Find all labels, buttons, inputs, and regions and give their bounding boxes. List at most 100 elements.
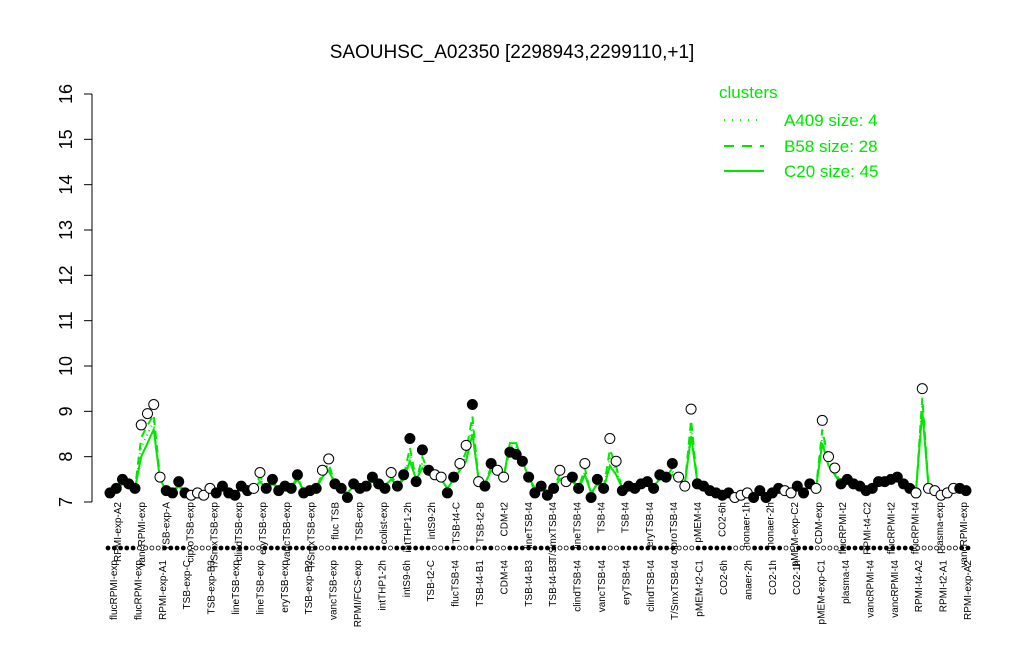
y-tick-label: 7 (56, 497, 76, 507)
strip-marker (243, 545, 249, 551)
strip-marker (902, 545, 908, 551)
data-point (398, 469, 410, 481)
bottom-axis-label: TSB-t4-B3 (548, 560, 559, 607)
data-point (523, 471, 535, 483)
bottom-axis-label: flucRPMI-exp (109, 560, 120, 620)
strip-marker (362, 545, 368, 551)
data-point (285, 482, 297, 494)
strip-marker (231, 545, 236, 551)
strip-marker (369, 545, 375, 551)
strip-marker (965, 545, 971, 551)
bottom-axis-label: pMEM-exp-C1 (817, 560, 828, 625)
strip-marker (350, 545, 356, 551)
strip-marker (538, 545, 544, 551)
strip-marker (689, 545, 695, 551)
chart: SAOUHSC_A02350 [2298943,2299110,+1] 7 8 9 1… (0, 0, 1024, 640)
strip-marker (130, 545, 136, 551)
strip-marker (438, 545, 444, 551)
top-axis-label: CDM-exp (814, 502, 825, 545)
strip-marker (626, 545, 632, 551)
bottom-axis-label: TSB-exp-B2 (304, 560, 315, 615)
strip-marker (614, 545, 619, 551)
bottom-axis-label: vancTSB-t4 (597, 560, 608, 613)
strip-marker (884, 545, 889, 551)
strip-marker (727, 545, 732, 551)
top-axis-label: pMEM-t4 (693, 502, 704, 543)
data-point (660, 471, 672, 483)
strip-marker (180, 545, 186, 551)
top-axis-label: intTHP1-2h (403, 502, 414, 553)
bottom-axis-label: clindTSB-t4 (646, 560, 657, 612)
strip-marker (582, 545, 588, 551)
y-tick-label: 14 (56, 175, 76, 195)
strip-marker (796, 545, 801, 551)
data-point (916, 383, 928, 395)
strip-marker (739, 545, 745, 551)
strip-marker (287, 545, 293, 551)
strip-marker (400, 545, 406, 551)
strip-marker (865, 545, 870, 551)
strip-marker (758, 545, 764, 551)
strip-marker (664, 545, 670, 551)
bottom-axis-label: CO2-6h (719, 560, 730, 595)
strip-marker (450, 545, 456, 551)
strip-marker (896, 545, 902, 551)
data-point (673, 471, 685, 483)
strip-marker (595, 545, 600, 551)
strip-marker (193, 545, 199, 551)
top-axis-label: nonaer-2h (766, 502, 777, 548)
strip-marker (651, 545, 657, 551)
data-point (679, 480, 691, 492)
strip-marker (670, 545, 676, 551)
bottom-axis-label: RPMI/FCS-exp (353, 560, 364, 628)
strip-marker (325, 545, 331, 551)
bottom-axis-label: clindTSB-t4 (573, 560, 584, 612)
data-point (260, 482, 272, 494)
top-axis-label: TSB-t4 (621, 502, 632, 534)
data-point (254, 467, 266, 479)
strip-marker (551, 545, 557, 551)
strip-marker (620, 545, 626, 551)
strip-marker (563, 545, 569, 551)
bottom-axis-label: intTHP1-2h (377, 560, 388, 611)
strip-marker (915, 545, 921, 551)
top-axis-label: TSB-t4 (596, 502, 607, 534)
strip-marker (118, 545, 123, 551)
data-point (416, 444, 428, 456)
data-point (816, 414, 828, 426)
data-point (823, 451, 835, 463)
strip-marker (199, 545, 205, 551)
data-point (360, 480, 372, 492)
data-point (604, 433, 616, 445)
strip-marker (946, 545, 952, 551)
strip-marker (394, 545, 400, 551)
bottom-axis-label: CO2-1h (792, 560, 803, 595)
data-point (810, 482, 822, 494)
strip-marker (155, 545, 161, 551)
data-point (579, 457, 591, 469)
strip-marker (212, 545, 218, 551)
strip-marker (463, 545, 469, 551)
bottom-axis-label: flucTSB-t4 (451, 560, 462, 607)
strip-marker (337, 545, 343, 551)
strip-marker (695, 545, 701, 551)
top-axis-label: TSB-exp (355, 502, 366, 541)
strip-marker (821, 545, 826, 551)
strip-marker (745, 545, 751, 551)
bottom-axis-label: RPMI-exp-A2 (963, 560, 974, 620)
strip-marker (205, 545, 211, 551)
strip-marker (375, 545, 381, 551)
bottom-axis-label: RPMI-exp-A1 (158, 560, 169, 620)
strip-marker (953, 545, 958, 551)
data-point (248, 482, 260, 494)
data-point (310, 482, 322, 494)
top-axis-label: TSB-t2-B (476, 502, 487, 543)
chart-title: SAOUHSC_A02350 [2298943,2299110,+1] (330, 42, 695, 63)
data-point (316, 464, 328, 476)
data-point (148, 399, 160, 411)
strip-marker (218, 545, 224, 551)
strip-marker (406, 545, 412, 551)
bottom-axis-label: TSB-t4-B3 (524, 560, 535, 607)
bottom-axis-label: RPMI-t2-A1 (939, 560, 950, 613)
strip-marker (714, 545, 720, 551)
